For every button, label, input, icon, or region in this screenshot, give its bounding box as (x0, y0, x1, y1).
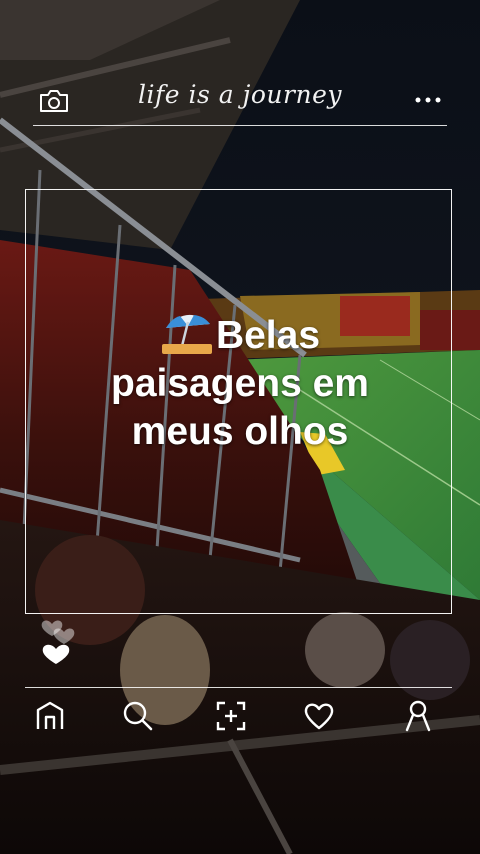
bottom-nav (0, 695, 480, 739)
caption-line-2: paisagens em (111, 362, 369, 405)
post-caption: Belas paisagens em meus olhos (60, 306, 420, 456)
heart-icon[interactable] (302, 699, 336, 733)
caption-line-3: meus olhos (131, 410, 349, 453)
beach-umbrella-emoji (161, 314, 212, 354)
top-divider (33, 125, 447, 126)
profile-icon[interactable] (401, 699, 435, 733)
home-icon[interactable] (33, 699, 67, 733)
top-bar: life is a journey (0, 78, 480, 124)
floating-hearts (41, 620, 75, 664)
heart-filled-icon[interactable] (42, 644, 70, 664)
bottom-divider (25, 687, 452, 688)
brand-title: life is a journey (138, 80, 342, 109)
more-dots-icon[interactable] (412, 90, 444, 110)
heart-outline-icon (53, 628, 75, 644)
add-post-icon[interactable] (214, 699, 248, 733)
caption-line-1: Belas (215, 314, 321, 357)
search-icon[interactable] (121, 699, 155, 733)
